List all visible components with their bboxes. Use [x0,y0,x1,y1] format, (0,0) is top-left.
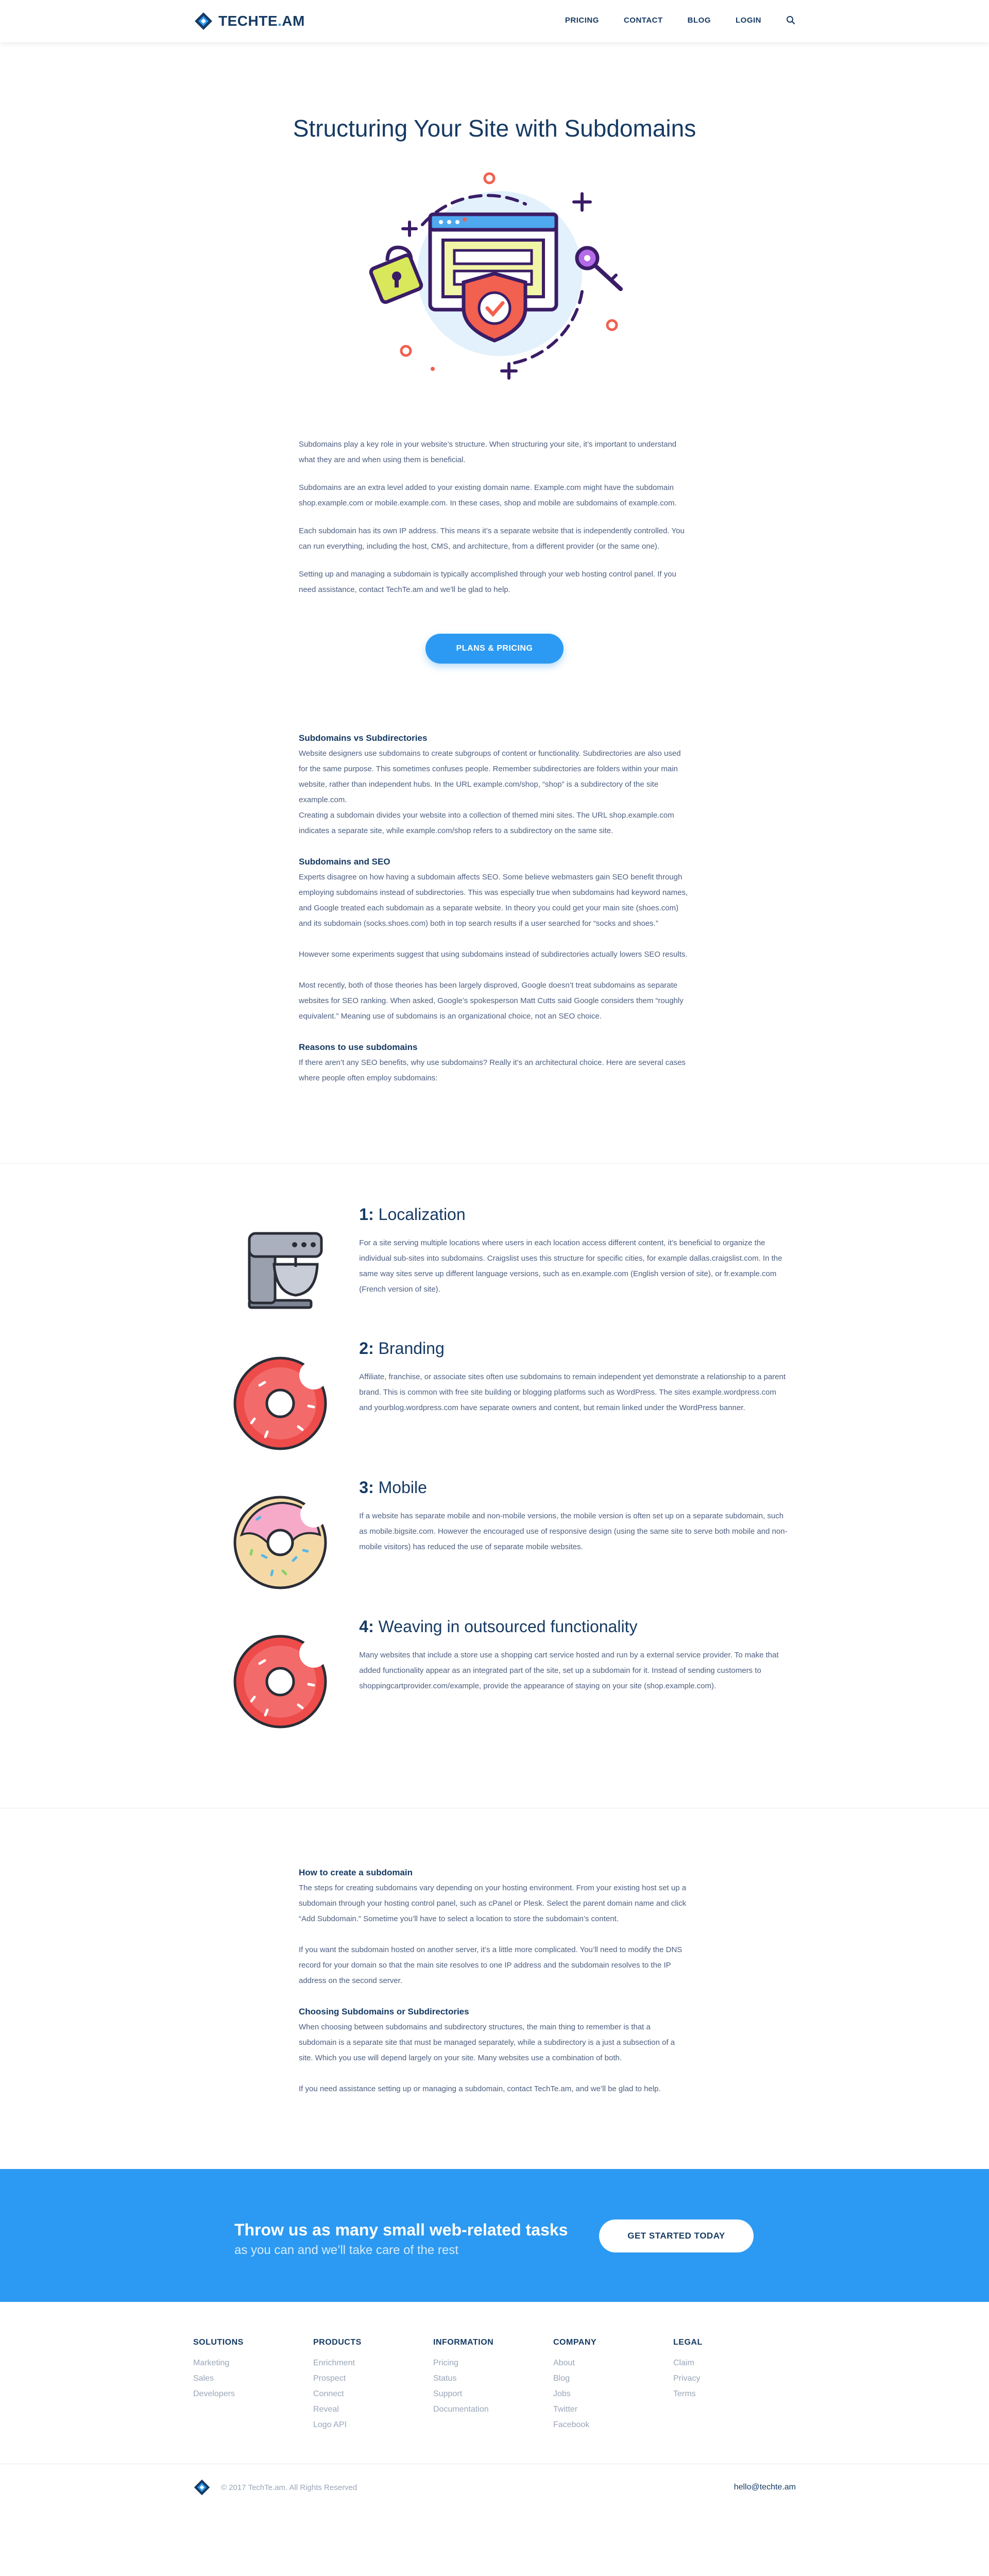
footer-link[interactable]: Enrichment [313,2355,433,2371]
footer-link[interactable]: Twitter [553,2402,673,2417]
reason-item: 2: Branding Affiliate, franchise, or ass… [201,1339,788,1452]
footer-link[interactable]: Prospect [313,2371,433,2386]
footer-link[interactable]: Sales [193,2371,313,2386]
reason-title: Weaving in outsourced functionality [378,1617,638,1636]
get-started-button[interactable]: GET STARTED TODAY [599,2219,754,2252]
footer-link[interactable]: Developers [193,2386,313,2402]
footer-column-legal: LEGAL Claim Privacy Terms [673,2338,793,2433]
footer-heading: INFORMATION [433,2338,494,2347]
banner-subtitle: as you can and we’ll take care of the re… [234,2243,458,2257]
intro-paragraph: Setting up and managing a subdomain is t… [299,570,676,594]
logo-wordmark: TECHTE.AM [218,13,305,29]
footer-link[interactable]: Marketing [193,2355,313,2371]
donut-icon [233,1635,328,1728]
section-paragraph: However some experiments suggest that us… [299,950,688,959]
key-icon [575,246,623,291]
section-heading: How to create a subdomain [299,1868,413,1877]
cta-row: PLANS & PRICING [0,634,989,664]
section-heading: Reasons to use subdomains [299,1042,418,1052]
copyright-text: © 2017 TechTe.am. All Rights Reserved [221,2483,357,2492]
section-paragraph: When choosing between subdomains and sub… [299,2023,675,2062]
reasons-list: 1: Localization For a site serving multi… [201,1205,788,1731]
section-paragraph: The steps for creating subdomains vary d… [299,1884,687,1923]
article-section: Subdomains vs Subdirectories Website des… [299,731,690,1086]
how-to-section: How to create a subdomain The steps for … [299,1865,690,2097]
footer-link[interactable]: Pricing [433,2355,553,2371]
plans-pricing-button[interactable]: PLANS & PRICING [425,634,564,664]
intro-text: Subdomains play a key role in your websi… [299,437,690,598]
footer-column-company: COMPANY About Blog Jobs Twitter Facebook [553,2338,673,2433]
footer-link[interactable]: Status [433,2371,553,2386]
footer-links: SOLUTIONS Marketing Sales Developers PRO… [193,2338,796,2433]
footer-column-information: INFORMATION Pricing Status Support Docum… [433,2338,553,2433]
footer-link[interactable]: Terms [673,2386,793,2402]
padlock-icon [369,245,423,304]
nav-contact[interactable]: CONTACT [624,16,663,25]
footer-heading: PRODUCTS [313,2338,362,2347]
footer-link[interactable]: Documentation [433,2402,553,2417]
footer-logo-icon[interactable] [193,2479,211,2496]
section-paragraph: If there aren’t any SEO benefits, why us… [299,1058,686,1082]
nav-login[interactable]: LOGIN [736,16,761,25]
footer-heading: COMPANY [553,2338,597,2347]
reason-number: 4: [359,1617,374,1636]
footer-link[interactable]: Facebook [553,2417,673,2433]
footer-column-products: PRODUCTS Enrichment Prospect Connect Rev… [313,2338,433,2433]
footer-bottom: © 2017 TechTe.am. All Rights Reserved he… [193,2464,796,2511]
reason-text: If a website has separate mobile and non… [359,1512,788,1551]
section-paragraph: If you need assistance setting up or man… [299,2084,661,2093]
reason-text: For a site serving multiple locations wh… [359,1239,782,1294]
reason-title: Branding [378,1339,445,1358]
reason-text: Affiliate, franchise, or associate sites… [359,1372,786,1412]
footer-link[interactable]: Reveal [313,2402,433,2417]
footer-link[interactable]: Logo API [313,2417,433,2433]
nav-pricing[interactable]: PRICING [565,16,599,25]
section-paragraph: Experts disagree on how having a subdoma… [299,873,688,928]
reason-item: 1: Localization For a site serving multi… [201,1205,788,1313]
section-heading: Subdomains vs Subdirectories [299,733,428,743]
banner-title: Throw us as many small web-related tasks [234,2221,568,2239]
section-paragraph: If you want the subdomain hosted on anot… [299,1945,683,1985]
footer-link[interactable]: Privacy [673,2371,793,2386]
search-icon[interactable] [786,15,795,25]
section-paragraph: Website designers use subdomains to crea… [299,749,681,804]
footer-column-solutions: SOLUTIONS Marketing Sales Developers [193,2338,313,2433]
footer-link[interactable]: Support [433,2386,553,2402]
reason-text: Many websites that include a store use a… [359,1651,779,1690]
reason-title: Mobile [378,1478,427,1497]
nav-blog[interactable]: BLOG [688,16,711,25]
contact-email-link[interactable]: hello@techte.am [734,2483,796,2492]
footer-heading: LEGAL [673,2338,703,2347]
section-paragraph: Most recently, both of those theories ha… [299,981,684,1021]
reason-title: Localization [378,1205,466,1224]
footer-link[interactable]: Claim [673,2355,793,2371]
intro-paragraph: Each subdomain has its own IP address. T… [299,527,685,551]
reason-item: 3: Mobile If a website has separate mobi… [201,1478,788,1591]
footer-link[interactable]: Jobs [553,2386,673,2402]
donut-icon [233,1357,328,1450]
divider [0,1163,989,1164]
reason-item: 4: Weaving in outsourced functionality M… [201,1617,788,1731]
reason-number: 2: [359,1339,374,1358]
footer-heading: SOLUTIONS [193,2338,244,2347]
cta-banner: Throw us as many small web-related tasks… [0,2169,989,2302]
logo-diamond-icon [195,12,212,30]
reason-number: 1: [359,1205,374,1224]
intro-paragraph: Subdomains are an extra level added to y… [299,483,677,507]
footer-link[interactable]: About [553,2355,673,2371]
security-illustration [369,172,623,380]
reason-number: 3: [359,1478,374,1497]
sprinkle-donut-icon [233,1496,327,1589]
main-nav: PRICING CONTACT BLOG LOGIN [565,15,795,25]
stand-mixer-icon [248,1232,323,1309]
footer-link[interactable]: Connect [313,2386,433,2402]
page-title: Structuring Your Site with Subdomains [293,115,696,142]
section-heading: Subdomains and SEO [299,857,390,867]
section-paragraph: Creating a subdomain divides your websit… [299,811,674,835]
footer-link[interactable]: Blog [553,2371,673,2386]
intro-paragraph: Subdomains play a key role in your websi… [299,440,677,464]
section-heading: Choosing Subdomains or Subdirectories [299,2007,469,2016]
site-header: TECHTE.AM PRICING CONTACT BLOG LOGIN [0,0,989,42]
logo[interactable]: TECHTE.AM [194,11,305,31]
